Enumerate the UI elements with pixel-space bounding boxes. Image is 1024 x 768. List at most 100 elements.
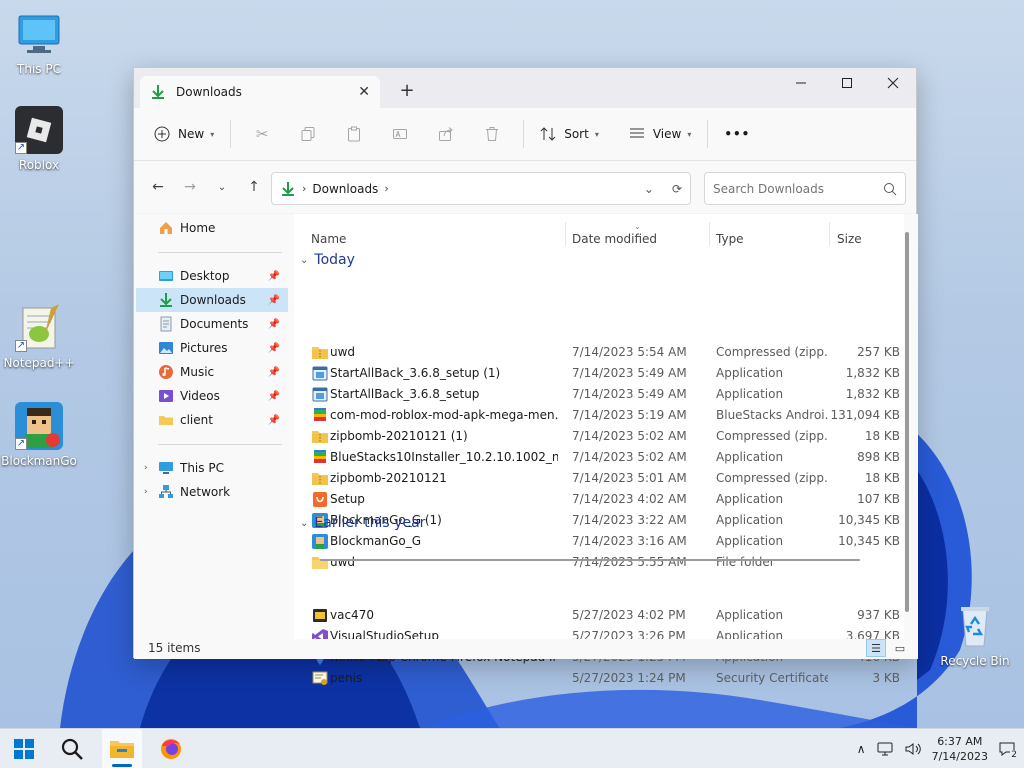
address-bar[interactable]: › Downloads › ⌄ ⟳ [271, 172, 691, 205]
chevron-right-icon[interactable]: › [144, 463, 148, 473]
firefox-taskbar-button[interactable] [151, 729, 191, 768]
maximize-button[interactable] [824, 68, 870, 98]
desktop-icon-notepad-plus[interactable]: ↗ Notepad++ [0, 304, 78, 370]
app-icon [312, 387, 328, 402]
delete-button[interactable] [469, 118, 515, 150]
tab-downloads[interactable]: Downloads ✕ [140, 76, 380, 108]
nav-item-desktop[interactable]: Desktop 📌 [136, 264, 288, 288]
copy-button[interactable] [285, 118, 331, 150]
download-arrow-icon [158, 292, 174, 308]
file-row[interactable]: vac470 5/27/2023 4:02 PM Application 937 KB [294, 605, 900, 626]
file-row[interactable]: BlockmanGo_G 7/14/2023 3:16 AM Application… [294, 531, 900, 552]
nav-item-this-pc[interactable]: › This PC [136, 456, 288, 480]
pin-icon[interactable]: 📌 [268, 271, 280, 282]
rename-button[interactable] [377, 118, 423, 150]
nav-item-client[interactable]: client 📌 [136, 408, 288, 432]
horizontal-scrollbar[interactable] [320, 557, 860, 563]
recycle-bin-icon [951, 602, 999, 650]
breadcrumb-chevron-icon: › [302, 182, 307, 195]
recent-locations-button[interactable]: ⌄ [206, 182, 238, 193]
group-header-today[interactable]: ⌄ Today [300, 252, 355, 268]
column-divider[interactable] [829, 222, 830, 246]
search-icon [61, 738, 83, 760]
address-dropdown-icon[interactable]: ⌄ [644, 182, 654, 196]
view-button[interactable]: View ▾ [621, 118, 700, 150]
volume-icon[interactable] [904, 740, 922, 758]
start-button[interactable] [4, 729, 44, 768]
pin-icon[interactable]: 📌 [268, 415, 280, 426]
notification-center-button[interactable]: 2 [998, 740, 1018, 760]
nav-item-home[interactable]: Home [136, 216, 288, 240]
file-date-modified: 7/14/2023 5:49 AM [572, 387, 687, 401]
desktop-icon-roblox[interactable]: ↗ Roblox [0, 106, 78, 172]
details-view-button[interactable]: ☰ [866, 639, 886, 657]
search-button[interactable] [52, 729, 92, 768]
nav-item-downloads[interactable]: Downloads 📌 [136, 288, 288, 312]
share-button[interactable] [423, 118, 469, 150]
file-row[interactable]: uwd 7/14/2023 5:54 AM Compressed (zipp... 2… [294, 342, 900, 363]
group-header-earlier-this-year[interactable]: ⌄ Earlier this year [300, 515, 425, 531]
nav-divider [158, 444, 282, 445]
search-box[interactable] [704, 172, 906, 205]
desktop-icon-blockmango[interactable]: ↗ BlockmanGo [0, 402, 78, 468]
desktop-icon-this-pc[interactable]: This PC [0, 10, 78, 76]
column-divider[interactable] [565, 222, 566, 246]
nav-item-documents[interactable]: Documents 📌 [136, 312, 288, 336]
refresh-icon[interactable]: ⟳ [672, 182, 682, 196]
column-header-type[interactable]: Type [716, 222, 744, 256]
chevron-right-icon[interactable]: › [144, 487, 148, 497]
tiles-view-button[interactable]: ▭ [890, 639, 910, 657]
file-row[interactable]: com-mod-roblox-mod-apk-mega-men... 7/14/2… [294, 405, 900, 426]
column-header-label: Date modified [572, 232, 658, 246]
share-icon [439, 127, 453, 141]
new-button-label: New [178, 127, 205, 141]
pin-icon[interactable]: 📌 [268, 295, 280, 306]
pin-icon[interactable]: 📌 [268, 367, 280, 378]
search-input[interactable] [713, 181, 883, 196]
computer-icon [158, 460, 174, 476]
close-icon [887, 77, 899, 89]
breadcrumb-chevron-icon[interactable]: › [384, 182, 388, 195]
up-button[interactable]: ↑ [238, 179, 270, 195]
tab-close-icon[interactable]: ✕ [358, 84, 370, 100]
show-hidden-icons-chevron[interactable]: ∧ [857, 742, 866, 756]
pin-icon[interactable]: 📌 [268, 343, 280, 354]
file-row[interactable]: StartAllBack_3.6.8_setup (1) 7/14/2023 5:… [294, 363, 900, 384]
file-explorer-icon [110, 741, 134, 758]
file-row[interactable]: StartAllBack_3.6.8_setup 7/14/2023 5:49 A… [294, 384, 900, 405]
file-row[interactable]: penis 5/27/2023 1:24 PM Security Certifica… [294, 668, 900, 689]
column-divider[interactable] [709, 222, 710, 246]
desktop-icon-recycle-bin[interactable]: Recycle Bin [936, 602, 1014, 668]
forward-button[interactable]: → [174, 179, 206, 195]
file-row[interactable]: BlueStacks10Installer_10.2.10.1002_nativ… [294, 447, 900, 468]
cut-button[interactable]: ✂ [239, 118, 285, 150]
nav-item-music[interactable]: Music 📌 [136, 360, 288, 384]
clock[interactable]: 6:37 AM 7/14/2023 [932, 734, 988, 764]
pin-icon[interactable]: 📌 [268, 319, 280, 330]
scissors-icon: ✂ [255, 125, 269, 143]
status-bar: 15 items ☰ ▭ [134, 639, 918, 659]
new-tab-button[interactable]: + [396, 80, 418, 101]
network-status-icon[interactable] [876, 740, 894, 758]
column-header-name[interactable]: Name [311, 222, 346, 256]
back-button[interactable]: ← [142, 179, 174, 195]
nav-item-network[interactable]: › Network [136, 480, 288, 504]
close-button[interactable] [870, 68, 916, 98]
file-row[interactable]: Setup 7/14/2023 4:02 AM Application 107 KB [294, 489, 900, 510]
nav-item-videos[interactable]: Videos 📌 [136, 384, 288, 408]
vertical-scrollbar[interactable] [905, 232, 909, 612]
nav-item-pictures[interactable]: Pictures 📌 [136, 336, 288, 360]
file-row[interactable]: zipbomb-20210121 (1) 7/14/2023 5:02 AM Com… [294, 426, 900, 447]
file-row[interactable]: zipbomb-20210121 7/14/2023 5:01 AM Compres… [294, 468, 900, 489]
paste-button[interactable] [331, 118, 377, 150]
sort-button[interactable]: Sort ▾ [532, 118, 607, 150]
new-button[interactable]: New ▾ [146, 118, 222, 150]
minimize-button[interactable] [778, 68, 824, 98]
more-options-button[interactable]: ••• [716, 118, 758, 150]
file-explorer-taskbar-button[interactable] [102, 729, 142, 768]
column-header-date[interactable]: Date modified [572, 222, 657, 256]
column-header-size[interactable]: Size [837, 222, 862, 256]
view-button-label: View [652, 127, 682, 141]
pin-icon[interactable]: 📌 [268, 391, 280, 402]
breadcrumb-downloads[interactable]: Downloads [312, 182, 378, 196]
